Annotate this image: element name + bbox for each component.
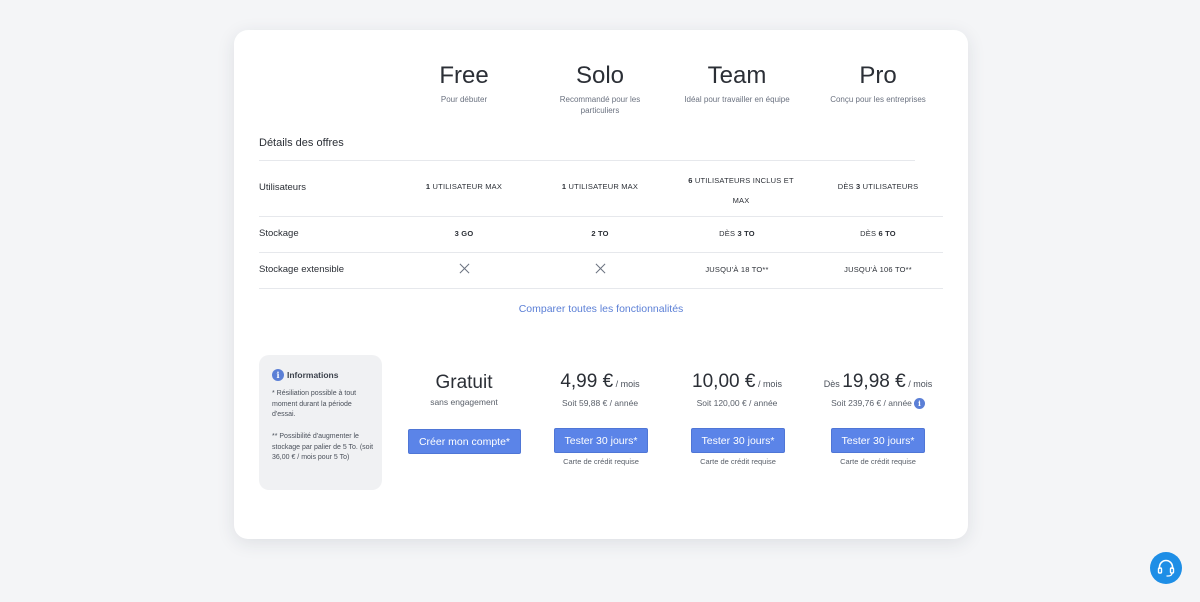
cell-prefix: DÈS	[860, 229, 879, 238]
cell-strong: 3 GO	[454, 229, 474, 238]
cell-extensible-pro: JUSQU'À 106 TO**	[844, 265, 912, 274]
row-label-extensible-storage: Stockage extensible	[259, 264, 345, 275]
price-amount-line: Dès 19,98 € / mois	[810, 370, 946, 396]
cell-prefix: DÈS	[719, 229, 738, 238]
plan-name: Pro	[859, 62, 897, 89]
price-period: / mois	[613, 379, 640, 389]
price-amount: 19,98 €	[842, 371, 906, 392]
plan-name: Free	[439, 62, 489, 89]
price-pro: Dès 19,98 € / mois Soit 239,76 € / année…	[810, 370, 946, 410]
divider	[259, 160, 915, 161]
price-amount: Gratuit	[435, 372, 493, 393]
headset-icon	[1157, 559, 1175, 577]
info-header: i Informations	[272, 369, 338, 381]
team-trial-button[interactable]: Tester 30 jours*	[691, 428, 785, 453]
pro-trial-button[interactable]: Tester 30 jours*	[831, 428, 925, 453]
price-subtitle: sans engagement	[430, 397, 498, 407]
plan-name: Solo	[575, 62, 625, 89]
price-yearly: Soit 239,76 € / année i	[810, 398, 946, 410]
info-icon[interactable]: i	[913, 398, 925, 410]
plan-subtitle: Idéal pour travailler en équipe	[684, 95, 790, 104]
section-title: Détails des offres	[259, 137, 344, 149]
cell-storage-free: 3 GO	[396, 229, 532, 238]
cell-extensible-team: JUSQU'À 18 TO**	[705, 265, 769, 274]
x-icon	[595, 263, 606, 274]
divider	[259, 216, 943, 217]
cell-strong: 6 TO	[878, 229, 896, 238]
solo-card-required: Carte de crédit requise	[563, 457, 639, 466]
support-chat-button[interactable]	[1150, 552, 1182, 584]
cell-prefix: DÈS	[837, 182, 857, 191]
cell-storage-team: DÈS 3 TO	[669, 229, 805, 238]
solo-trial-button[interactable]: Tester 30 jours*	[554, 428, 648, 453]
cell-strong: 2 TO	[591, 229, 609, 238]
compare-features-link[interactable]: Comparer toutes les fonctionnalités	[234, 303, 968, 315]
plan-header-pro: Pro Conçu pour les entreprises	[810, 62, 946, 105]
price-free: Gratuit sans engagement	[396, 371, 532, 407]
price-yearly: Soit 59,88 € / année	[561, 398, 639, 408]
create-account-button[interactable]: Créer mon compte*	[408, 429, 521, 454]
price-prefix: Dès	[823, 379, 843, 389]
price-amount: 10,00 €	[692, 371, 756, 392]
cell-users-team: 6 UTILISATEURS INCLUS ET MAX	[673, 171, 809, 211]
cell-users-free: 1 UTILISATEUR MAX	[396, 182, 532, 191]
cell-storage-solo: 2 TO	[532, 229, 668, 238]
team-card-required: Carte de crédit requise	[700, 457, 776, 466]
divider	[259, 252, 943, 253]
divider	[259, 288, 943, 289]
plan-subtitle: Conçu pour les entreprises	[830, 95, 926, 104]
plan-subtitle: Pour débuter	[440, 95, 488, 104]
x-icon	[459, 263, 470, 274]
plan-name: Team	[707, 62, 767, 89]
row-label-storage: Stockage	[259, 228, 299, 239]
cell-storage-pro: DÈS 6 TO	[810, 229, 946, 238]
price-solo: 4,99 € / mois Soit 59,88 € / année	[532, 370, 668, 408]
price-period: / mois	[755, 379, 782, 389]
price-period: / mois	[905, 379, 933, 389]
pricing-card: Free Pour débuter Solo Recommandé pour l…	[234, 30, 968, 539]
price-amount-line: 10,00 € / mois	[669, 370, 805, 396]
cell-text: UTILISATEUR MAX	[566, 182, 639, 191]
plan-subtitle: Recommandé pour les particuliers	[559, 95, 641, 115]
cell-text: UTILISATEURS INCLUS ET MAX	[692, 176, 794, 205]
cell-strong: 3 TO	[737, 229, 755, 238]
info-note-storage: ** Possibilité d'augmenter le stockage p…	[272, 433, 374, 461]
row-label-users: Utilisateurs	[259, 182, 306, 193]
price-yearly-text: Soit 239,76 € / année	[831, 398, 912, 408]
cell-text: UTILISATEUR MAX	[430, 182, 503, 191]
cell-text: UTILISATEURS	[860, 182, 919, 191]
info-icon: i	[272, 369, 284, 381]
plan-header-solo: Solo Recommandé pour les particuliers	[532, 62, 668, 116]
price-team: 10,00 € / mois Soit 120,00 € / année	[669, 370, 805, 408]
price-yearly: Soit 120,00 € / année	[696, 398, 778, 408]
info-note-cancellation: * Résiliation possible à tout moment dur…	[272, 390, 357, 418]
cell-users-pro: DÈS 3 UTILISATEURS	[810, 182, 946, 191]
info-box: i Informations * Résiliation possible à …	[259, 355, 382, 490]
cell-users-solo: 1 UTILISATEUR MAX	[532, 182, 668, 191]
plan-header-team: Team Idéal pour travailler en équipe	[669, 62, 805, 105]
pro-card-required: Carte de crédit requise	[840, 457, 916, 466]
info-title: Informations	[287, 370, 339, 380]
plan-header-free: Free Pour débuter	[396, 62, 532, 105]
price-amount: 4,99 €	[560, 371, 614, 392]
price-amount-line: 4,99 € / mois	[532, 370, 668, 396]
